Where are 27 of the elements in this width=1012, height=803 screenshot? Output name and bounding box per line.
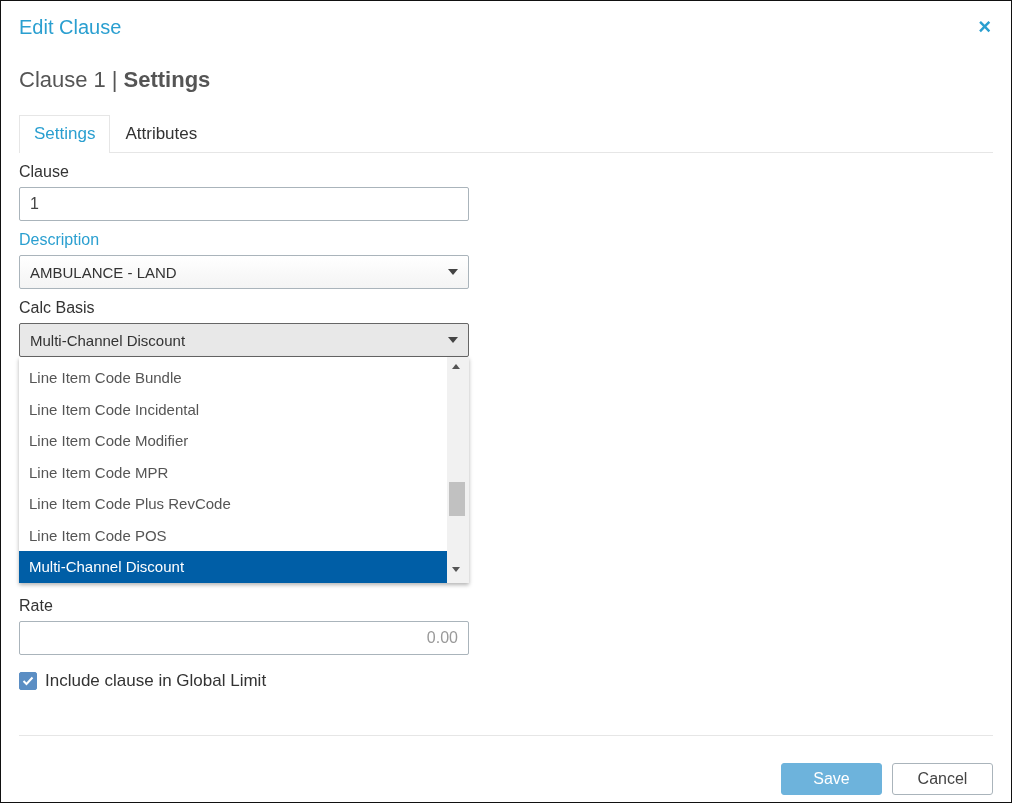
dropdown-option[interactable]: Line Item Code POS (19, 519, 447, 551)
caret-icon (448, 337, 458, 343)
field-label: Calc Basis (19, 299, 96, 317)
clause-name: Clause 1 (19, 67, 106, 93)
dropdown-option[interactable]: Multi-Channel Discount (19, 551, 447, 583)
field-label: Clause (19, 163, 70, 181)
input-field[interactable]: 1 (19, 187, 469, 221)
section-title: Settings (123, 67, 211, 93)
checkbox-label: Include clause in Global Limit (45, 671, 267, 691)
separator: | (111, 67, 118, 93)
field-label: Description (19, 231, 101, 249)
tab[interactable]: Attributes (110, 115, 213, 153)
dropdown-option[interactable]: Line Item Code Plus RevCode (19, 488, 447, 520)
dropdown-field[interactable]: AMBULANCE - LAND (19, 255, 469, 289)
input-field[interactable]: 0.00 (19, 621, 469, 655)
dropdown-field[interactable]: Multi-Channel Discount (19, 323, 469, 357)
dialog-title: Edit Clause (19, 15, 122, 39)
field-label: Rate (19, 597, 54, 615)
dropdown-option[interactable]: Line Item Code Modifier (19, 425, 447, 457)
dropdown-option[interactable]: Line Item Code Bundle (19, 362, 447, 394)
caret-icon (448, 269, 458, 275)
check-icon (22, 676, 34, 686)
cancel-button[interactable]: Cancel (892, 763, 993, 795)
checkbox[interactable] (19, 672, 37, 690)
scrollbar[interactable] (447, 357, 469, 583)
dropdown-option[interactable]: Line Item Code Incidental (19, 393, 447, 425)
dropdown-option[interactable]: Line Item Code MPR (19, 456, 447, 488)
